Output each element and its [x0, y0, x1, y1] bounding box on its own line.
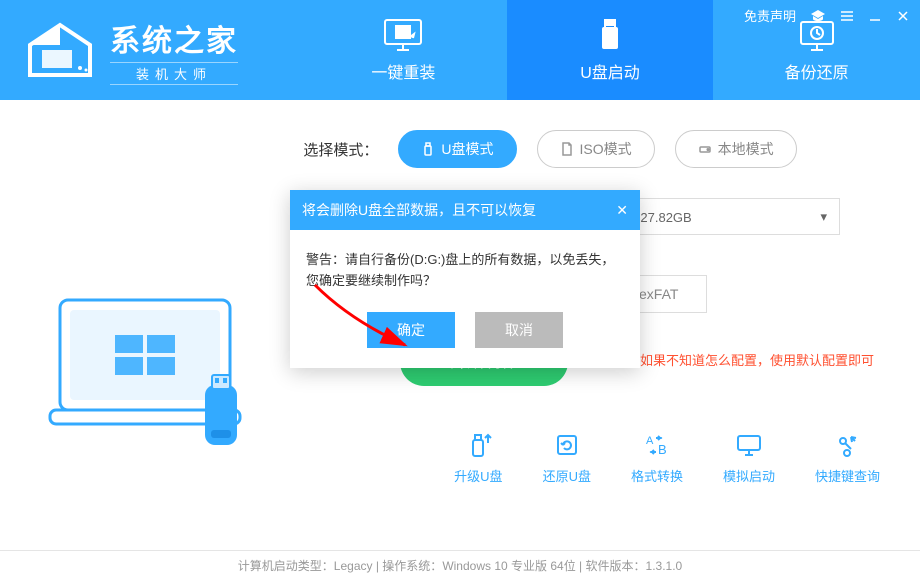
mode-btn-label: ISO模式	[580, 139, 632, 159]
tool-shortcut-lookup[interactable]: 快捷键查询	[815, 430, 880, 485]
status-ver-value: 1.3.1.0	[646, 559, 683, 573]
logo: 系统之家 装机大师	[0, 16, 300, 85]
mode-usb[interactable]: U盘模式	[398, 130, 516, 168]
confirm-modal: 将会删除U盘全部数据，且不可以恢复 ✕ 警告：请自行备份(D:G:)盘上的所有数…	[290, 190, 640, 368]
file-icon	[560, 142, 574, 156]
status-os-value: Windows 10 专业版 64位	[442, 557, 575, 574]
status-boot-value: Legacy	[334, 559, 373, 573]
svg-text:A: A	[646, 435, 654, 447]
laptop-usb-illustration	[40, 280, 260, 460]
nav-label: U盘启动	[580, 59, 640, 83]
cancel-button[interactable]: 取消	[475, 312, 563, 348]
close-icon[interactable]: ✕	[616, 202, 628, 219]
header: 免责声明 系统之家 装机大师 一键重装 U盘启动 备份还原	[0, 0, 920, 100]
status-boot-label: 计算机启动类型：	[238, 557, 334, 574]
convert-icon: AB	[642, 430, 672, 460]
mode-selector: 选择模式： U盘模式 ISO模式 本地模式	[220, 130, 880, 168]
status-bar: 计算机启动类型： Legacy | 操作系统： Windows 10 专业版 6…	[0, 550, 920, 580]
tool-label: 快捷键查询	[815, 466, 880, 485]
usb-drive-icon	[589, 17, 631, 53]
tool-format-convert[interactable]: AB 格式转换	[631, 430, 683, 485]
disclaimer-link[interactable]: 免责声明	[744, 6, 796, 25]
modal-body: 警告：请自行备份(D:G:)盘上的所有数据，以免丢失，您确定要继续制作吗？	[290, 230, 640, 312]
nav-label: 一键重装	[371, 59, 435, 83]
restore-icon	[552, 430, 582, 460]
modal-footer: 确定 取消	[290, 312, 640, 368]
chevron-down-icon: ▾	[820, 209, 827, 225]
mode-iso[interactable]: ISO模式	[537, 130, 655, 168]
tool-label: 还原U盘	[543, 466, 591, 485]
tool-label: 格式转换	[631, 466, 683, 485]
modal-header: 将会删除U盘全部数据，且不可以恢复 ✕	[290, 190, 640, 230]
monitor-icon	[734, 430, 764, 460]
close-icon[interactable]	[896, 9, 910, 23]
usb-up-icon	[463, 430, 493, 460]
disk-icon	[698, 142, 712, 156]
monitor-icon	[382, 17, 424, 53]
status-ver-label: 软件版本：	[586, 557, 646, 574]
mode-label: 选择模式：	[303, 139, 378, 160]
usb-icon	[421, 142, 435, 156]
minimize-icon[interactable]	[868, 9, 882, 23]
confirm-button[interactable]: 确定	[367, 312, 455, 348]
modal-title: 将会删除U盘全部数据，且不可以恢复	[302, 200, 536, 220]
mode-local[interactable]: 本地模式	[675, 130, 797, 168]
titlebar: 免责声明	[734, 0, 920, 31]
logo-icon	[20, 20, 100, 80]
logo-title: 系统之家	[110, 16, 238, 60]
tool-label: 模拟启动	[723, 466, 775, 485]
status-os-label: 操作系统：	[382, 557, 442, 574]
hat-icon[interactable]	[810, 9, 826, 23]
logo-subtitle: 装机大师	[110, 62, 238, 85]
tool-simulate-boot[interactable]: 模拟启动	[723, 430, 775, 485]
mode-btn-label: 本地模式	[718, 139, 774, 159]
nav-usb-boot[interactable]: U盘启动	[507, 0, 714, 100]
bottom-tools: 升级U盘 还原U盘 AB 格式转换 模拟启动 快捷键查询	[454, 430, 880, 485]
tool-label: 升级U盘	[454, 466, 502, 485]
mode-btn-label: U盘模式	[441, 139, 493, 159]
nav-label: 备份还原	[785, 59, 849, 83]
tool-restore-usb[interactable]: 还原U盘	[543, 430, 591, 485]
shortcut-icon	[832, 430, 862, 460]
tool-upgrade-usb[interactable]: 升级U盘	[454, 430, 502, 485]
nav-reinstall[interactable]: 一键重装	[300, 0, 507, 100]
svg-text:B: B	[658, 442, 667, 457]
menu-icon[interactable]	[840, 9, 854, 23]
